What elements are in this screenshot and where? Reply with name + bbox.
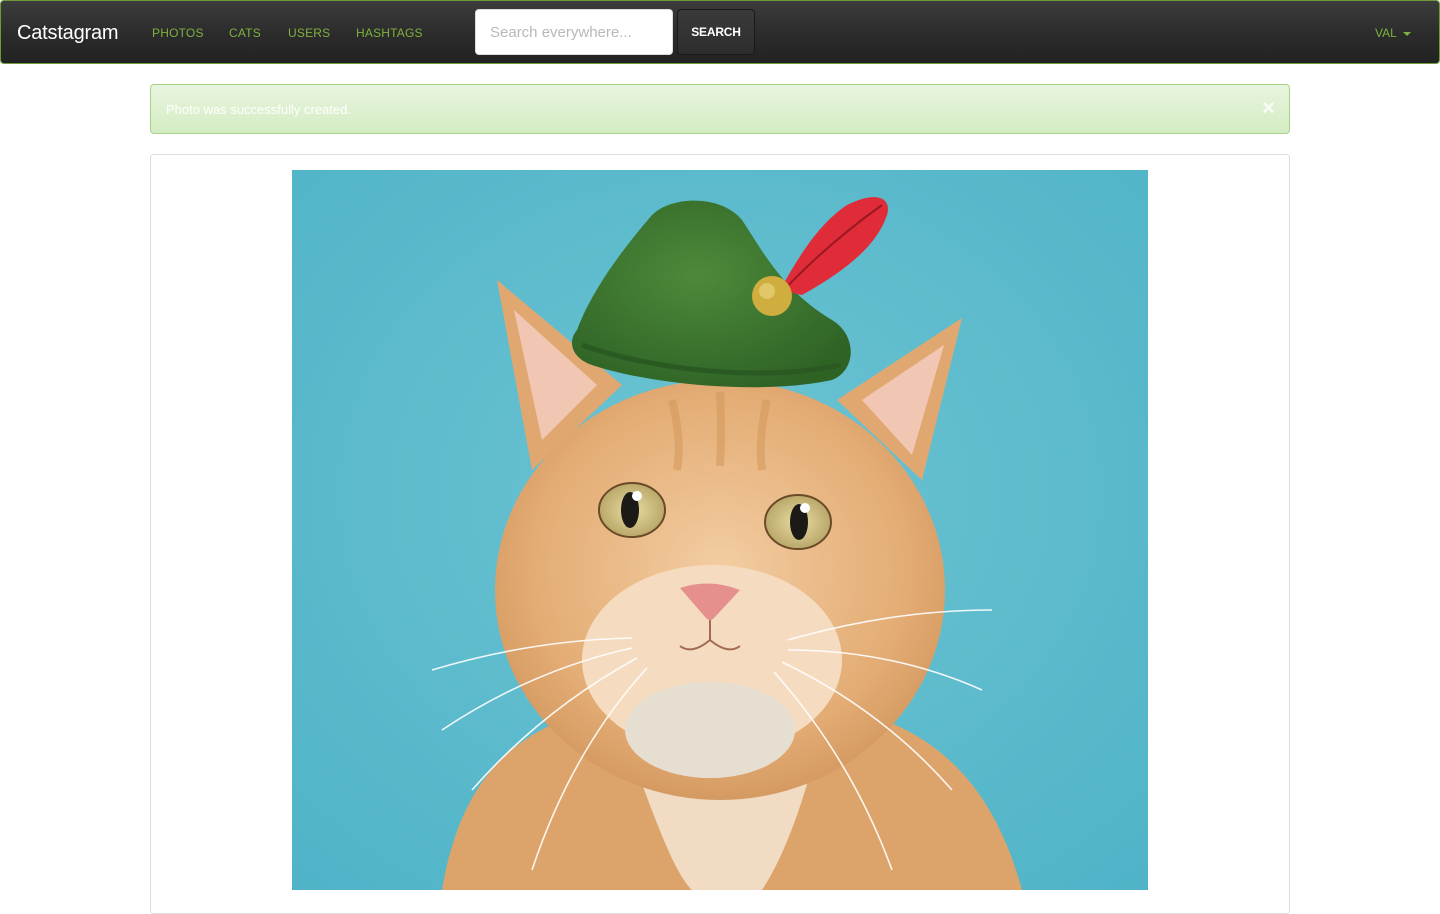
user-menu-label: VAL	[1375, 26, 1397, 40]
caret-down-icon	[1402, 31, 1411, 36]
top-navbar: Catstagram PHOTOS CATS USERS HASHTAGS SE…	[0, 0, 1440, 64]
user-menu-dropdown[interactable]: VAL	[1375, 26, 1411, 40]
brand-logo[interactable]: Catstagram	[17, 20, 119, 46]
alert-message: Photo was successfully created.	[166, 102, 351, 117]
search-input[interactable]	[475, 9, 673, 55]
nav-link-cats[interactable]: CATS	[229, 26, 261, 40]
success-alert: Photo was successfully created. ×	[150, 84, 1290, 134]
nav-link-photos[interactable]: PHOTOS	[152, 26, 204, 40]
nav-link-hashtags[interactable]: HASHTAGS	[356, 26, 423, 40]
photo-panel	[150, 154, 1290, 914]
nav-link-users[interactable]: USERS	[288, 26, 330, 40]
cat-photo	[292, 170, 1148, 890]
search-button[interactable]: SEARCH	[677, 9, 755, 55]
close-icon[interactable]: ×	[1262, 97, 1275, 119]
